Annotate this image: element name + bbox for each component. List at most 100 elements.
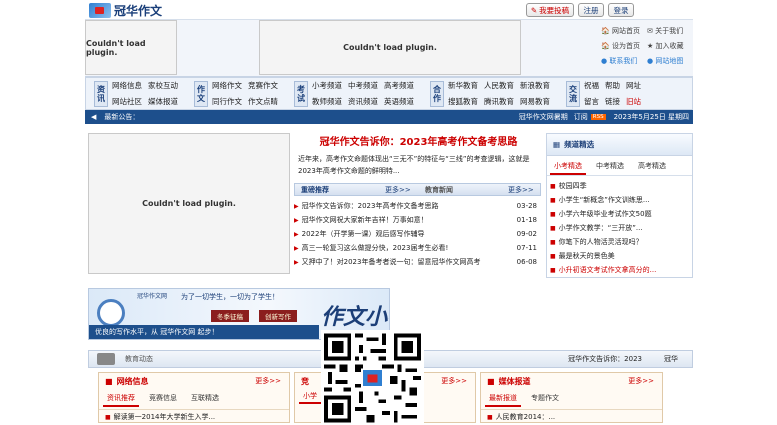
plugin-placeholder-main: Couldn't load plugin. <box>88 133 290 274</box>
rss-badge[interactable]: RSS <box>590 114 606 120</box>
nav-item[interactable]: 中考频道 <box>348 80 378 91</box>
bullet-icon: ■ <box>550 266 556 274</box>
list-item[interactable]: ■ 小学生“新概念”作文训练思... <box>550 193 692 207</box>
list-item[interactable]: ▶ 高三一轮复习这么做提分快，2023届考生必看! 07-11 <box>294 241 537 255</box>
list-item[interactable]: ■ 解读第一2014年大学新生入学... <box>99 410 289 424</box>
sitemap-link[interactable]: ● 网站地图 <box>647 56 691 66</box>
bullet-icon: ■ <box>550 182 556 190</box>
box-more-link[interactable]: 更多>> <box>441 376 467 386</box>
nav-item[interactable]: 资讯频道 <box>348 96 378 107</box>
nav-item[interactable]: 网易教育 <box>520 96 550 107</box>
list-item[interactable]: ▶ 冠华作文告诉你：2023年高考作文备考思路 03-28 <box>294 199 537 213</box>
nav-item[interactable]: 高考频道 <box>384 80 414 91</box>
channel-picks: ▦ 频道精选 小考精选 中考精选 高考精选 ■ 校园四季 ■ 小学生“新概念”作文训练… <box>546 133 693 278</box>
bookmark-link[interactable]: ★ 加入收藏 <box>647 41 691 51</box>
nav-item[interactable]: 小考频道 <box>312 80 342 91</box>
list-item[interactable]: ■ 你笔下的人物活灵活现吗？ <box>550 235 692 249</box>
nav-item[interactable]: 教师频道 <box>312 96 342 107</box>
box-icon: ■ <box>487 376 495 386</box>
nav-item-old-site[interactable]: 旧站 <box>626 96 641 107</box>
nav-tag-news: 资讯 <box>94 80 108 107</box>
nav-item[interactable]: 帮助 <box>605 80 620 91</box>
bullet-icon: ▶ <box>294 244 299 252</box>
home-link[interactable]: 🏠 网站首页 <box>601 26 645 36</box>
header-bar: 冠华作文 ✎ 我要投稿 注册 登录 <box>85 0 693 20</box>
tab-primary[interactable]: 小考精选 <box>550 159 586 175</box>
notice-right-text[interactable]: 冠华作文网暑期 <box>519 112 568 122</box>
strip-far[interactable]: 冠华 <box>664 354 678 364</box>
plugin-placeholder-center: Couldn't load plugin. <box>259 20 521 75</box>
nav-item[interactable]: 链接 <box>605 96 620 107</box>
nav-group-news: 资讯 网络信息 家校互动 网站社区 媒体报道 <box>94 80 178 107</box>
bullet-icon: ■ <box>550 224 556 232</box>
tab-interlink[interactable]: 互联精选 <box>187 391 223 407</box>
box-more-link[interactable]: 更多>> <box>255 376 281 386</box>
nav-item[interactable]: 网站社区 <box>112 96 142 107</box>
about-link[interactable]: ✉ 关于我们 <box>647 26 691 36</box>
clock-icon <box>97 299 125 327</box>
qr-code[interactable] <box>321 330 424 423</box>
nav-tag-essay: 作文 <box>194 80 208 107</box>
list-item[interactable]: ■ 小学六年级毕业考试作文50题 <box>550 207 692 221</box>
submit-article-button[interactable]: ✎ 我要投稿 <box>526 3 574 17</box>
bullet-icon: ▶ <box>294 230 299 238</box>
list-item[interactable]: ■ 人民教育2014：... <box>481 410 662 424</box>
nav-item[interactable]: 祝福 <box>584 80 599 91</box>
nav-item[interactable]: 英语频道 <box>384 96 414 107</box>
nav-tag-partner: 合作 <box>430 80 444 107</box>
tab-primary-school[interactable]: 小学 <box>299 390 321 404</box>
nav-item[interactable]: 家校互动 <box>148 80 178 91</box>
list-item[interactable]: ■ 小学作文教学：“三开放”... <box>550 221 692 235</box>
nav-item[interactable]: 腾讯教育 <box>484 96 514 107</box>
tab-high[interactable]: 高考精选 <box>634 159 670 175</box>
tab-middle[interactable]: 中考精选 <box>592 159 628 175</box>
nav-tag-exchange: 交流 <box>566 80 580 107</box>
list-item[interactable]: ▶ 2022年（开学第一课）观后感写作辅导 09-02 <box>294 227 537 241</box>
box-more-link[interactable]: 更多>> <box>628 376 654 386</box>
tab-news-recommend[interactable]: 资讯推荐 <box>103 391 139 407</box>
login-button[interactable]: 登录 <box>608 3 634 17</box>
qr-code-image <box>324 333 421 423</box>
nav-item[interactable]: 新浪教育 <box>520 80 550 91</box>
tab-recommend[interactable]: 重磅推荐 <box>295 185 385 195</box>
nav-item[interactable]: 新华教育 <box>448 80 478 91</box>
tab-special[interactable]: 专题作文 <box>527 391 563 407</box>
nav-item[interactable]: 竞赛作文 <box>248 80 278 91</box>
nav-item[interactable]: 作文点睛 <box>248 96 278 107</box>
feature-summary: 近年来，高考作文命题体现出“三无不”的特征与“三线”的考查逻辑，这就是2023年… <box>298 155 530 175</box>
list-item[interactable]: ■ 最是秋天的景色美 <box>550 249 692 263</box>
feature-title[interactable]: 冠华作文告诉你：2023年高考作文备考思路 <box>296 133 541 148</box>
nav-item[interactable]: 网络作文 <box>212 80 242 91</box>
subscribe-link[interactable]: 订阅 <box>574 112 588 122</box>
set-home-link[interactable]: 🏠 设为首页 <box>601 41 645 51</box>
list-item[interactable]: ■ 小升初语文考试作文拿高分的... <box>550 263 692 277</box>
site-logo[interactable]: 冠华作文 <box>89 2 162 19</box>
register-button[interactable]: 注册 <box>578 3 604 17</box>
nav-group-partner: 合作 新华教育 人民教育 新浪教育 搜狐教育 腾讯教育 网易教育 <box>430 80 550 107</box>
nav-item[interactable]: 网址 <box>626 80 641 91</box>
tab-latest[interactable]: 最新报道 <box>485 391 521 407</box>
tab-contest[interactable]: 竞赛信息 <box>145 391 181 407</box>
nav-item[interactable]: 同行作文 <box>212 96 242 107</box>
banner-top-left: 冠华作文网 <box>137 293 168 300</box>
nav-item[interactable]: 网络信息 <box>112 80 142 91</box>
nav-item[interactable]: 媒体报道 <box>148 96 178 107</box>
strip-headline[interactable]: 冠华作文告诉你：2023 <box>568 354 642 364</box>
box-title: 媒体报道 <box>498 376 531 386</box>
picks-header: ▦ 频道精选 <box>547 134 692 156</box>
nav-item[interactable]: 留言 <box>584 96 599 107</box>
news-more-link[interactable]: 更多>> <box>508 185 534 195</box>
list-item[interactable]: ▶ 冠华作文网祝大家新年吉祥！万事如意！ 01-18 <box>294 213 537 227</box>
nav-group-exam: 考试 小考频道 中考频道 高考频道 教师频道 资讯频道 英语频道 <box>294 80 414 107</box>
list-item[interactable]: ▶ 又押中了！对2023年备考者说一句：留意冠华作文网高考 06-08 <box>294 255 537 269</box>
contact-link[interactable]: ● 联系我们 <box>601 56 645 66</box>
tab-edu-news[interactable]: 教育新闻 <box>420 185 508 195</box>
bullet-icon: ■ <box>550 252 556 260</box>
nav-item[interactable]: 搜狐教育 <box>448 96 478 107</box>
grid-icon: ▦ <box>553 140 561 149</box>
list-item[interactable]: ■ 校园四季 <box>550 179 692 193</box>
nav-item[interactable]: 人民教育 <box>484 80 514 91</box>
bullet-icon: ■ <box>487 413 493 421</box>
recommend-more-link[interactable]: 更多>> <box>385 185 420 195</box>
logo-text: 冠华作文 <box>114 4 163 18</box>
